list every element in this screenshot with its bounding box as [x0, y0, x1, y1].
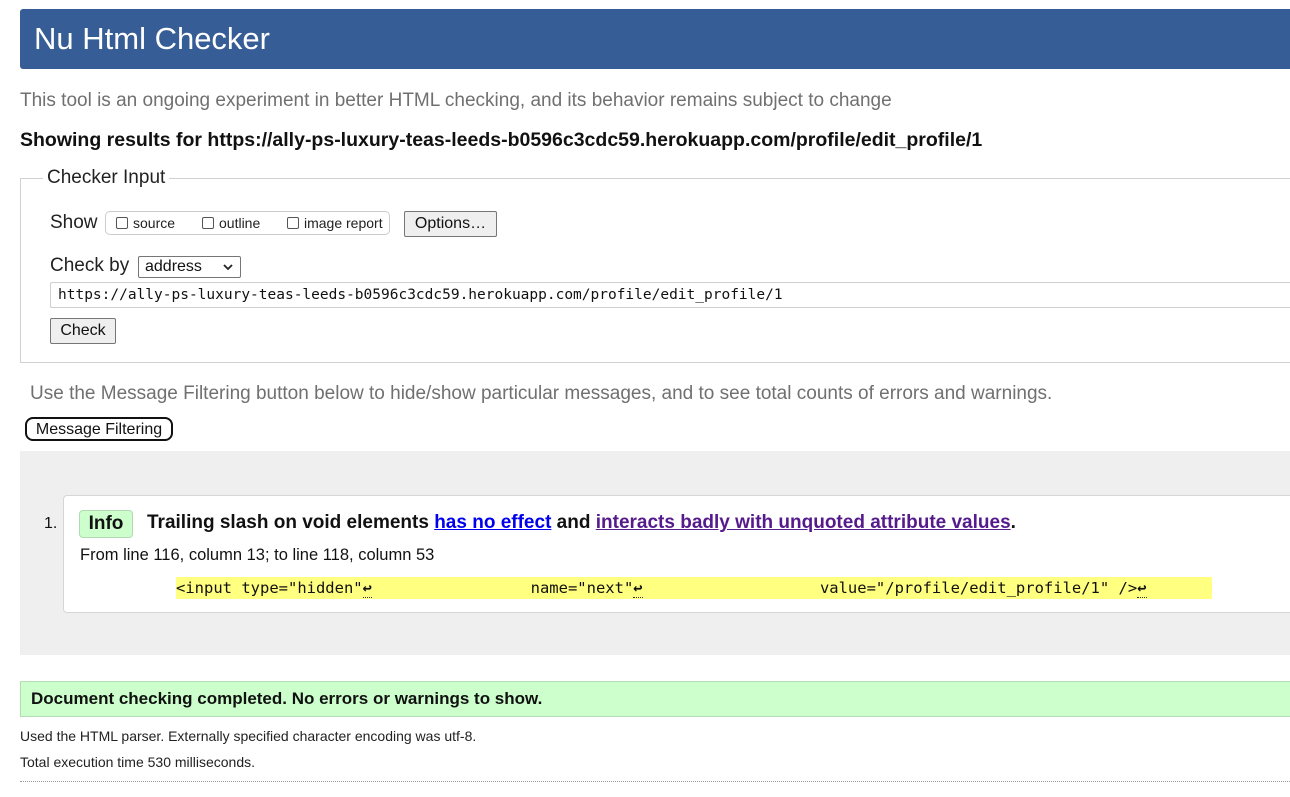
- filtering-note: Use the Message Filtering button below t…: [30, 383, 1053, 404]
- show-options-group: source outline image report: [105, 211, 390, 235]
- extract-gap-2: [643, 579, 820, 597]
- line-feed-icon: ↩: [362, 579, 372, 598]
- message-text-mid: and: [551, 512, 596, 533]
- address-input[interactable]: https://ally-ps-luxury-teas-leeds-b0596c…: [50, 282, 1290, 308]
- message-filtering-button[interactable]: Message Filtering: [25, 417, 173, 441]
- message-number: 1.: [44, 515, 58, 532]
- line-feed-icon: ↩: [1137, 579, 1147, 598]
- message-text: Trailing slash on void elements has no e…: [147, 512, 1016, 534]
- image-report-checkbox-box[interactable]: [287, 217, 299, 229]
- outline-checkbox-box[interactable]: [202, 217, 214, 229]
- check-by-selected-value: address: [145, 258, 202, 275]
- execution-time: Total execution time 530 milliseconds.: [20, 754, 256, 770]
- message-text-start: Trailing slash on void elements: [147, 512, 435, 533]
- line-feed-icon: ↩: [633, 579, 643, 598]
- message-text-end: .: [1010, 512, 1016, 533]
- show-label: Show: [50, 212, 98, 233]
- checker-input-fieldset: Checker Input Show source outline image …: [20, 167, 1290, 363]
- image-report-checkbox-label: image report: [304, 215, 383, 231]
- extract-part-1: <input type="hidden": [176, 579, 363, 597]
- message-location: From line 116, column 13; to line 118, c…: [80, 546, 435, 564]
- extract-part-2: name="next": [530, 579, 634, 597]
- source-checkbox-label: source: [133, 215, 176, 231]
- info-badge: Info: [79, 510, 133, 538]
- outline-checkbox[interactable]: outline: [202, 215, 260, 231]
- page-header: Nu Html Checker: [20, 9, 1290, 69]
- extract-gap-1: [372, 579, 531, 597]
- success-summary: Document checking completed. No errors o…: [20, 681, 1290, 717]
- has-no-effect-link[interactable]: has no effect: [434, 512, 551, 533]
- check-by-label: Check by: [50, 255, 130, 276]
- page-title: Nu Html Checker: [34, 21, 270, 56]
- source-checkbox-box[interactable]: [116, 217, 128, 229]
- code-extract: <input type="hidden"↩ name="next"↩ value…: [176, 577, 1212, 599]
- footer-divider: [20, 781, 1290, 782]
- options-button[interactable]: Options…: [404, 211, 497, 237]
- extract-part-3: value="/profile/edit_profile/1" />: [819, 579, 1138, 597]
- unquoted-attributes-link[interactable]: interacts badly with unquoted attribute …: [596, 512, 1011, 533]
- results-area: 1. Info Trailing slash on void elements …: [20, 451, 1290, 655]
- parser-note: Used the HTML parser. Externally specifi…: [20, 728, 477, 744]
- results-for-heading: Showing results for https://ally-ps-luxu…: [20, 129, 983, 151]
- message-card: Info Trailing slash on void elements has…: [63, 495, 1290, 613]
- check-by-select[interactable]: address: [138, 256, 241, 278]
- check-button[interactable]: Check: [50, 318, 116, 344]
- outline-checkbox-label: outline: [219, 215, 261, 231]
- checker-input-legend: Checker Input: [43, 167, 170, 189]
- intro-text: This tool is an ongoing experiment in be…: [20, 90, 892, 111]
- source-checkbox[interactable]: source: [116, 215, 175, 231]
- chevron-down-icon: [222, 258, 234, 282]
- image-report-checkbox[interactable]: image report: [287, 215, 383, 231]
